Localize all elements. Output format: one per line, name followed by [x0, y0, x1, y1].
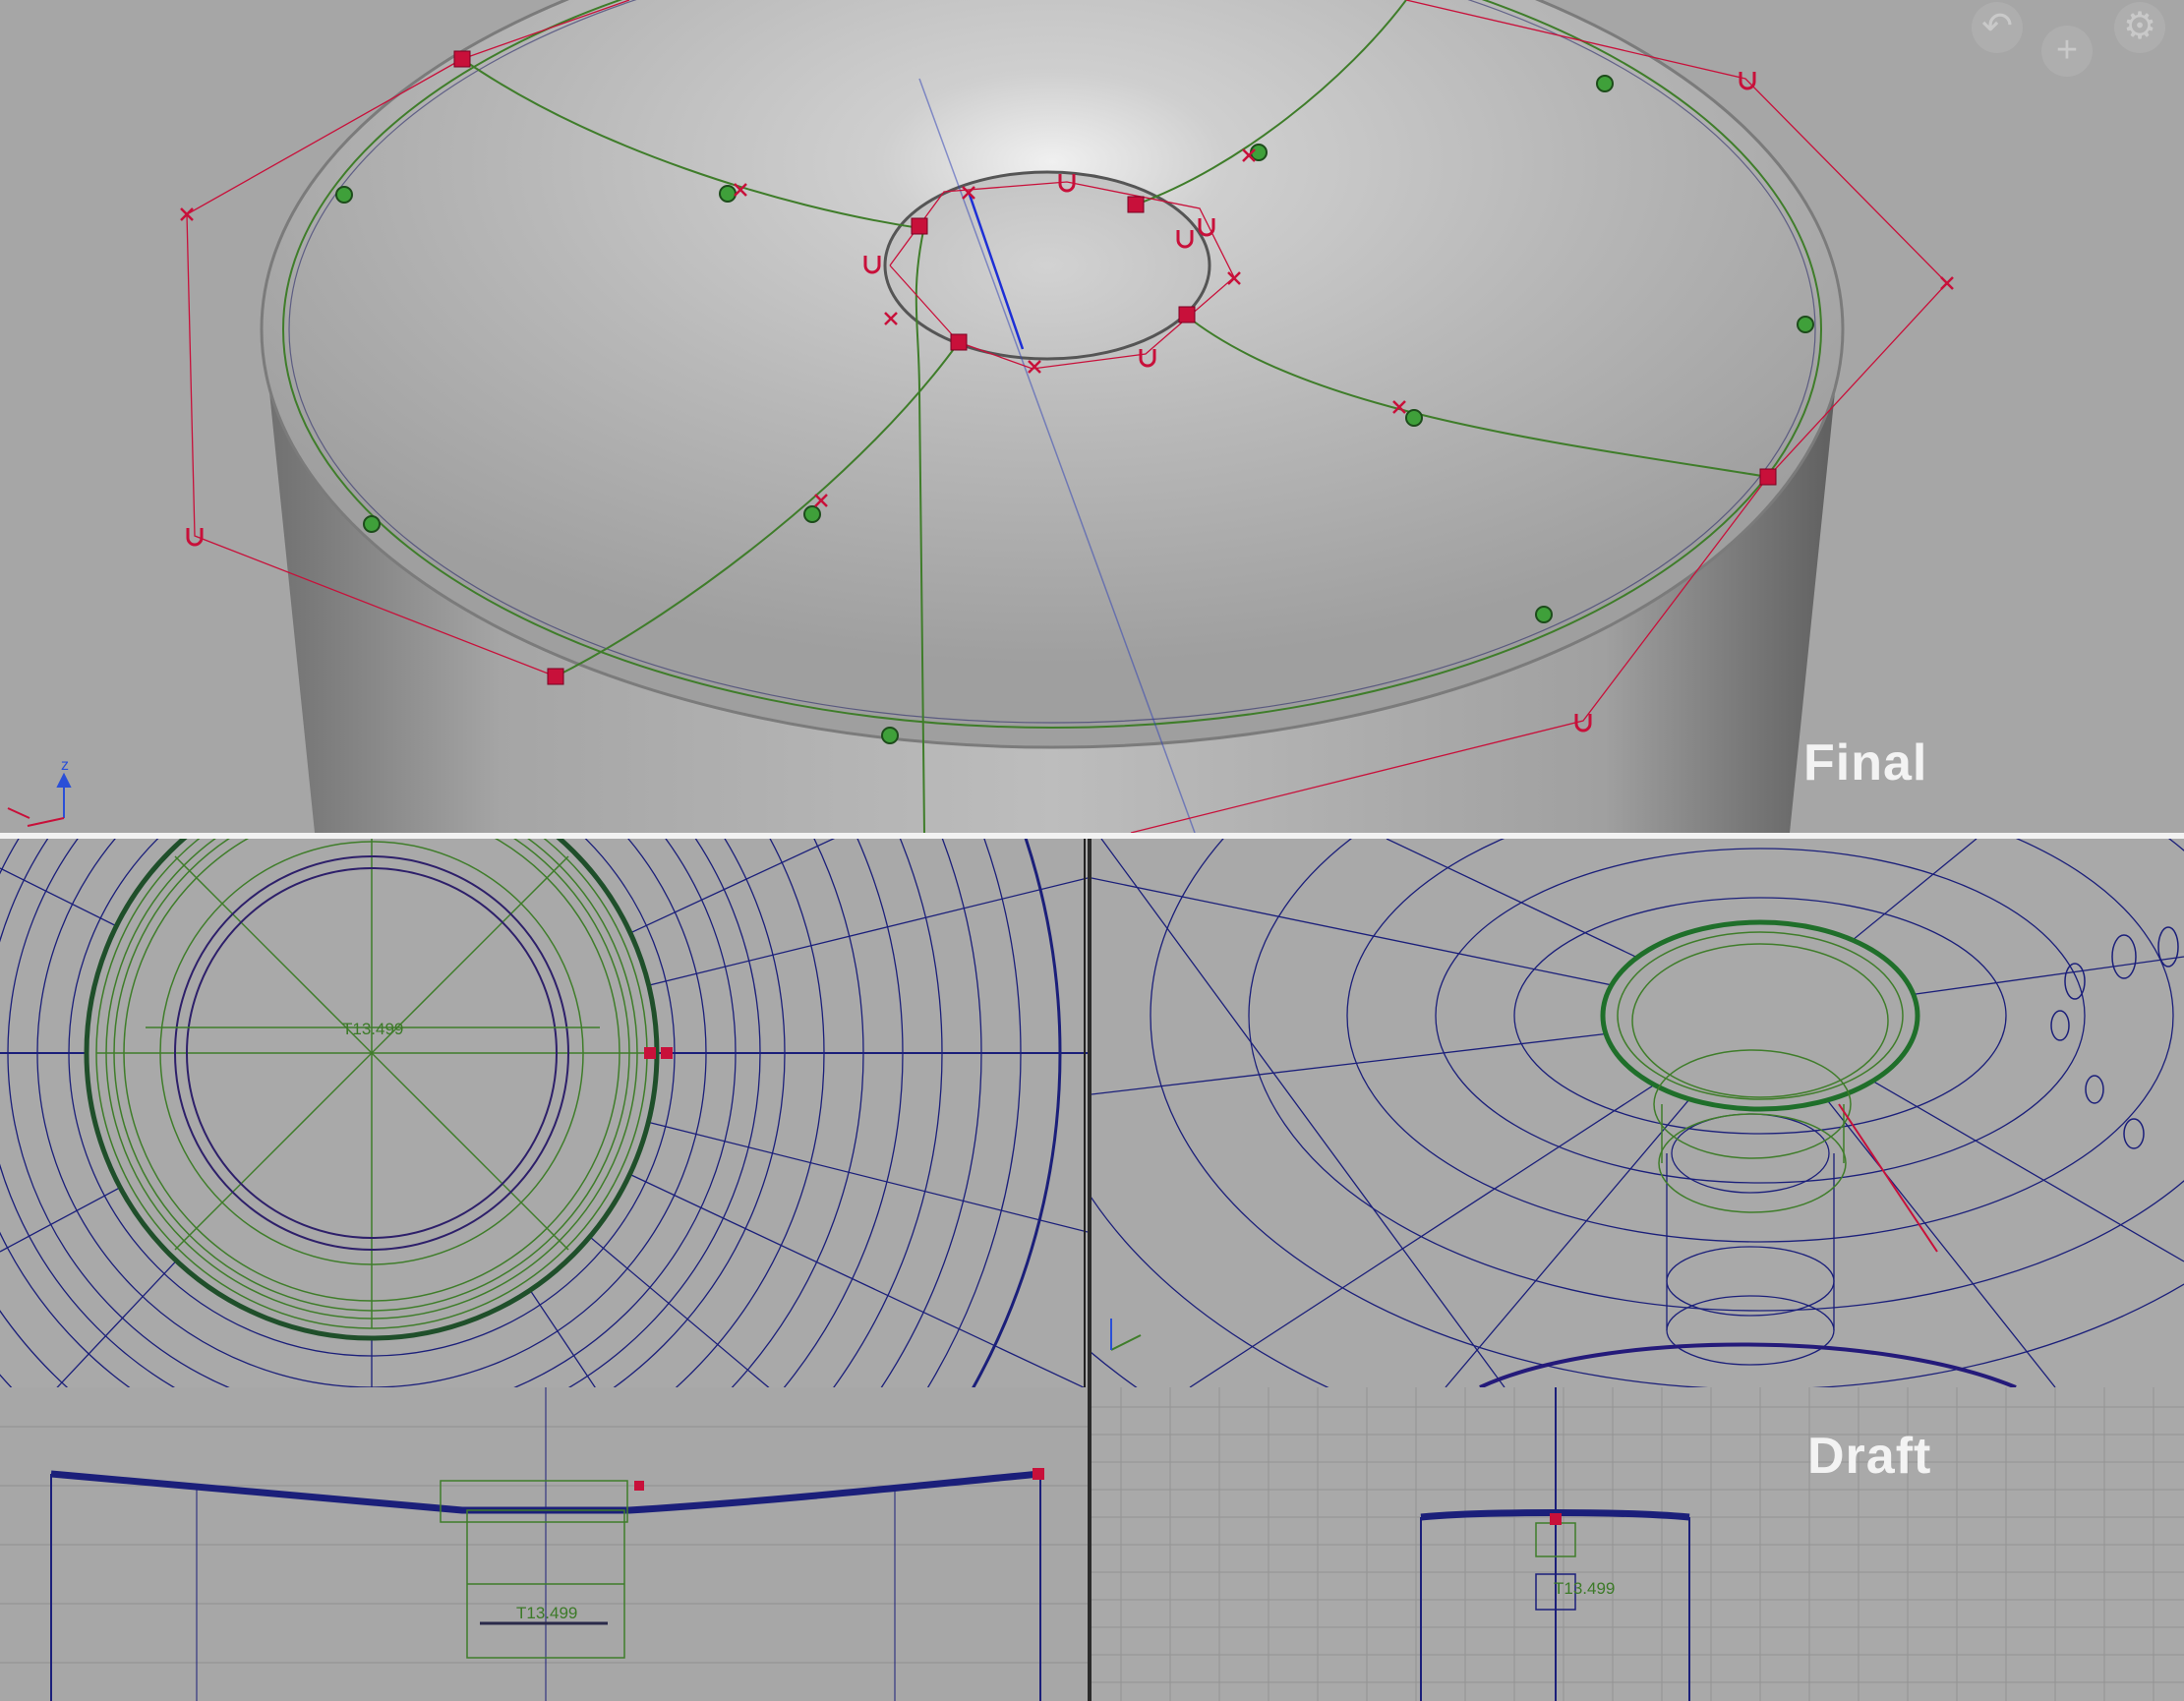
undo-button[interactable]: ↶ [1972, 2, 2023, 53]
plus-icon: + [2055, 29, 2079, 71]
viewport-perspective[interactable] [1092, 839, 2184, 1387]
viewport-top-view[interactable]: T13.499 [0, 839, 1088, 1387]
viewport-draft[interactable]: T13.499 Draft [1092, 1387, 2184, 1701]
add-button[interactable]: + [2041, 26, 2093, 77]
gear-icon: ⚙ [2122, 6, 2157, 47]
axis-z-label: z [61, 757, 69, 774]
viewport-vertical-divider[interactable] [1088, 839, 1092, 1701]
viewport-final[interactable]: z Final ↶ + ⚙ [0, 0, 2184, 833]
dimension-annotation: T13.499 [1554, 1579, 1615, 1598]
final-label: Final [1803, 734, 1928, 792]
undo-icon: ↶ [1981, 6, 2013, 47]
dimension-annotation: T13.499 [516, 1604, 577, 1622]
axis-gizmo [7, 772, 72, 827]
dimension-annotation: T13.499 [342, 1020, 403, 1038]
draft-label: Draft [1807, 1428, 1932, 1485]
viewport-side-left[interactable]: T13.499 [0, 1387, 1088, 1701]
settings-button[interactable]: ⚙ [2114, 2, 2165, 53]
